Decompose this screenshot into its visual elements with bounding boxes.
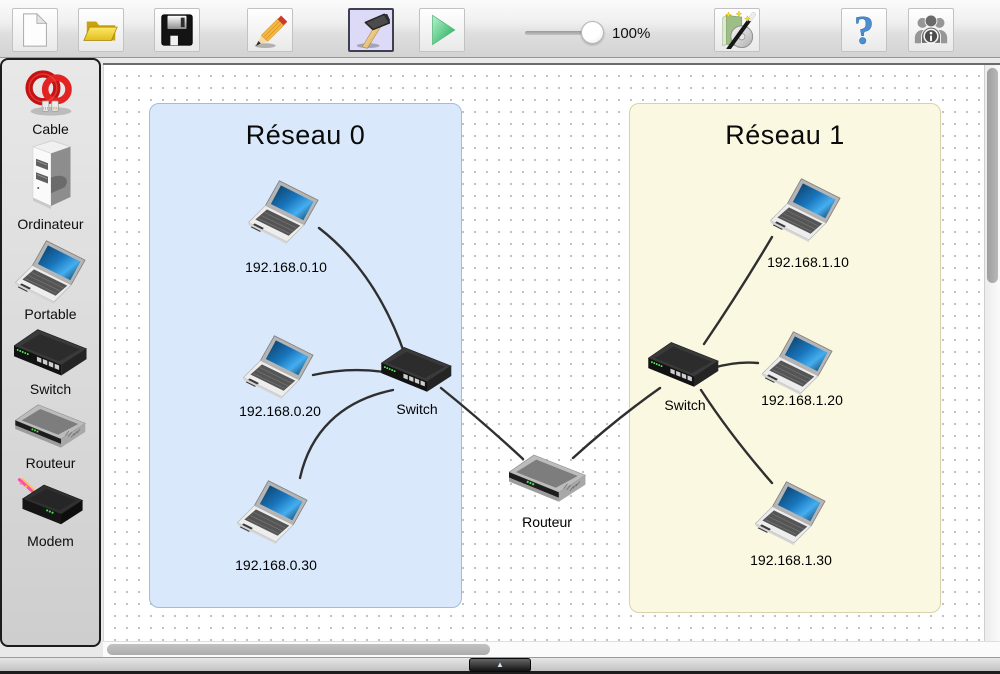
modem-icon xyxy=(16,475,86,532)
network1-laptop-10[interactable] xyxy=(767,178,845,248)
edit-mode-button[interactable] xyxy=(247,8,293,52)
new-file-button[interactable] xyxy=(12,8,58,52)
laptop-icon xyxy=(245,180,323,245)
open-folder-icon xyxy=(82,11,120,49)
save-floppy-icon xyxy=(158,11,196,49)
cable-icon xyxy=(18,66,84,120)
vertical-scrollbar[interactable] xyxy=(984,65,1000,641)
palette-label: Portable xyxy=(24,306,76,322)
network1-laptop-30[interactable] xyxy=(752,481,830,551)
component-palette: Cable Ordinateur Portable Switch Routeur… xyxy=(0,58,101,647)
help-button[interactable] xyxy=(841,8,887,52)
cable-laptop10-switch0[interactable] xyxy=(319,228,405,355)
device-ip-label: 192.168.1.30 xyxy=(750,552,832,568)
network0-laptop-10[interactable] xyxy=(245,180,323,250)
canvas-area: Réseau 0 Réseau 1 192.168.0.10 xyxy=(103,63,1000,641)
bottom-bar: ▲ xyxy=(0,657,1000,674)
laptop-icon xyxy=(767,178,845,243)
cable-switch0-router[interactable] xyxy=(441,388,523,459)
device-ip-label: 192.168.0.10 xyxy=(245,259,327,275)
network1-laptop-20[interactable] xyxy=(759,331,837,401)
console-drawer-handle[interactable]: ▲ xyxy=(469,658,531,672)
cable-laptop20-switch0[interactable] xyxy=(313,370,384,375)
build-mode-button[interactable] xyxy=(348,8,394,52)
palette-label: Switch xyxy=(30,381,71,397)
router-device[interactable] xyxy=(509,454,587,514)
horizontal-scrollbar[interactable] xyxy=(103,641,1000,657)
device-label: Switch xyxy=(396,401,437,417)
router-icon xyxy=(15,404,87,454)
palette-item-cable[interactable]: Cable xyxy=(18,66,84,137)
about-people-info-icon xyxy=(912,11,950,49)
open-file-button[interactable] xyxy=(78,8,124,52)
save-button[interactable] xyxy=(154,8,200,52)
laptop-icon xyxy=(752,481,830,546)
vertical-scrollbar-thumb[interactable] xyxy=(987,68,998,283)
palette-label: Modem xyxy=(27,533,74,549)
palette-item-modem[interactable]: Modem xyxy=(16,475,86,549)
zoom-slider-knob[interactable] xyxy=(581,21,604,44)
device-ip-label: 192.168.1.10 xyxy=(767,254,849,270)
design-canvas[interactable]: Réseau 0 Réseau 1 192.168.0.10 xyxy=(103,65,984,641)
device-ip-label: 192.168.0.20 xyxy=(239,403,321,419)
switch-icon xyxy=(381,346,453,396)
magic-wand-icon xyxy=(718,11,756,49)
palette-label: Ordinateur xyxy=(17,216,83,232)
switch-icon xyxy=(648,341,720,391)
device-ip-label: 192.168.1.20 xyxy=(761,392,843,408)
toolbar: 100% xyxy=(0,0,1000,58)
network-simulator-window: 100% Cable Ordinateur Portable Switch Ro… xyxy=(0,0,1000,674)
laptop-icon xyxy=(759,331,837,396)
palette-label: Routeur xyxy=(26,455,76,471)
build-hammer-icon xyxy=(352,11,390,49)
router-icon xyxy=(509,454,587,509)
device-ip-label: 192.168.0.30 xyxy=(235,557,317,573)
run-simulation-button[interactable] xyxy=(419,8,465,52)
computer-tower-icon xyxy=(21,140,81,215)
palette-item-routeur[interactable]: Routeur xyxy=(15,404,87,471)
laptop-icon xyxy=(240,335,318,400)
about-button[interactable] xyxy=(908,8,954,52)
palette-item-ordinateur[interactable]: Ordinateur xyxy=(17,140,83,232)
cable-router-switch1[interactable] xyxy=(573,388,660,458)
palette-item-switch[interactable]: Switch xyxy=(14,328,88,397)
switch-icon xyxy=(14,328,88,380)
palette-label: Cable xyxy=(32,121,69,137)
network0-laptop-30[interactable] xyxy=(234,480,312,550)
horizontal-scrollbar-thumb[interactable] xyxy=(107,644,490,655)
cable-layer xyxy=(104,65,985,641)
device-label: Switch xyxy=(664,397,705,413)
cable-switch1-laptop10[interactable] xyxy=(704,237,772,344)
edit-pencil-icon xyxy=(251,11,289,49)
laptop-icon xyxy=(12,240,90,305)
zoom-value-label: 100% xyxy=(612,25,650,42)
laptop-icon xyxy=(234,480,312,545)
network1-switch[interactable] xyxy=(648,341,720,396)
network0-laptop-20[interactable] xyxy=(240,335,318,405)
palette-item-portable[interactable]: Portable xyxy=(12,240,90,322)
run-play-icon xyxy=(423,11,461,49)
network0-switch[interactable] xyxy=(381,346,453,401)
device-label: Routeur xyxy=(522,514,572,530)
new-file-icon xyxy=(16,11,54,49)
wizard-button[interactable] xyxy=(714,8,760,52)
help-question-icon xyxy=(845,11,883,49)
chevron-up-icon: ▲ xyxy=(496,661,504,669)
